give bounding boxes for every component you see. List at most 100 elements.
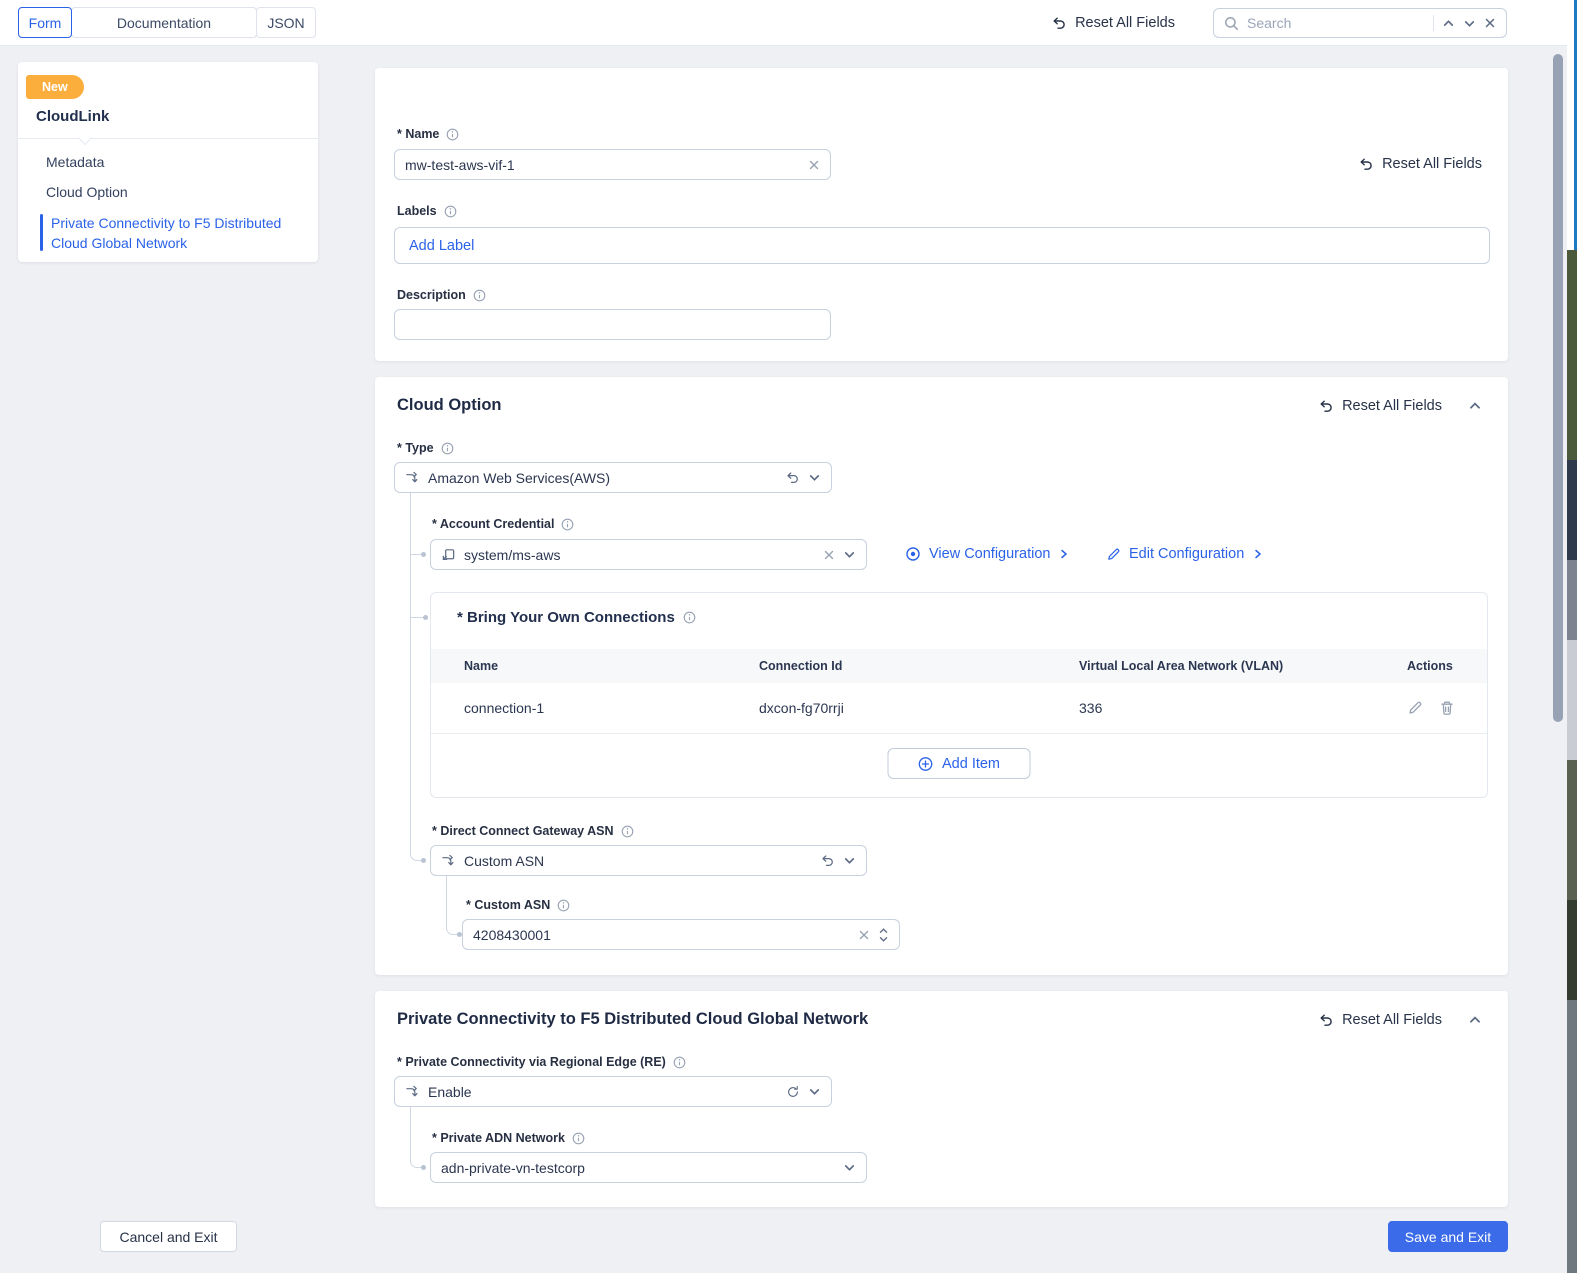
- reset-field-icon[interactable]: [785, 470, 800, 485]
- clear-icon[interactable]: [858, 929, 870, 941]
- vertical-scrollbar[interactable]: [1553, 54, 1563, 722]
- info-icon[interactable]: [473, 289, 486, 302]
- info-icon[interactable]: [621, 825, 634, 838]
- view-configuration-link[interactable]: View Configuration: [905, 546, 1070, 562]
- info-icon[interactable]: [673, 1056, 686, 1069]
- search-box[interactable]: [1213, 8, 1507, 38]
- chevron-up-icon[interactable]: [1442, 17, 1455, 30]
- cell-connection-id: dxcon-fg70rrji: [759, 700, 844, 716]
- clear-icon[interactable]: [823, 549, 835, 561]
- view-tabs: Form Documentation JSON: [18, 7, 316, 38]
- undo-icon: [1320, 400, 1332, 412]
- collapse-section-icon[interactable]: [1468, 399, 1482, 413]
- reset-all-fields-button[interactable]: Reset All Fields: [1051, 15, 1175, 31]
- add-item-label: Add Item: [941, 755, 1001, 772]
- close-icon[interactable]: [1484, 17, 1496, 29]
- reset-field-icon[interactable]: [820, 853, 835, 868]
- one-of-branch-icon: [442, 854, 454, 866]
- edit-configuration-link[interactable]: Edit Configuration: [1106, 546, 1264, 562]
- tab-form[interactable]: Form: [18, 7, 72, 38]
- reset-private-connectivity-button[interactable]: Reset All Fields: [1318, 1012, 1442, 1028]
- tree-elbow: [446, 876, 458, 935]
- chevron-down-icon[interactable]: [808, 1085, 821, 1098]
- byoc-table-row: connection-1 dxcon-fg70rrji 336: [431, 683, 1487, 734]
- reset-all-fields-label: Reset All Fields: [1075, 15, 1175, 31]
- description-input[interactable]: [405, 316, 820, 333]
- description-field[interactable]: [394, 309, 831, 340]
- cloud-option-section-title: Cloud Option: [397, 396, 502, 414]
- tab-json[interactable]: JSON: [256, 7, 316, 38]
- chevron-down-icon[interactable]: [843, 1161, 856, 1174]
- custom-asn-field[interactable]: [462, 919, 900, 950]
- reset-cloud-option-label: Reset All Fields: [1342, 398, 1442, 414]
- save-and-exit-button[interactable]: Save and Exit: [1388, 1221, 1508, 1252]
- private-adn-network-value: adn-private-vn-testcorp: [441, 1159, 585, 1176]
- info-icon[interactable]: [572, 1132, 585, 1145]
- one-of-branch-icon: [406, 1085, 418, 1097]
- info-icon[interactable]: [557, 899, 570, 912]
- type-select[interactable]: Amazon Web Services(AWS): [394, 462, 832, 493]
- desktop-edge: [1567, 0, 1577, 1273]
- labels-label: Labels: [397, 204, 437, 218]
- cell-name: connection-1: [464, 700, 545, 716]
- chevron-down-icon[interactable]: [843, 854, 856, 867]
- edit-pencil-icon: [1108, 548, 1120, 560]
- form-nav-sidebar: New CloudLink Metadata Cloud Option Priv…: [18, 62, 318, 262]
- name-field[interactable]: [394, 149, 831, 180]
- undo-icon: [1320, 1014, 1332, 1026]
- chevron-right-icon: [1255, 549, 1262, 559]
- sidebar-item-cloud-option[interactable]: Cloud Option: [46, 184, 128, 200]
- info-icon[interactable]: [561, 518, 574, 531]
- column-connection-id: Connection Id: [759, 659, 843, 673]
- info-icon[interactable]: [446, 128, 459, 141]
- save-and-exit-label: Save and Exit: [1404, 1228, 1492, 1245]
- reset-metadata-button[interactable]: Reset All Fields: [1358, 156, 1482, 172]
- delete-row-icon[interactable]: [1439, 700, 1455, 716]
- edit-row-icon[interactable]: [1407, 700, 1423, 716]
- private-adn-network-select[interactable]: adn-private-vn-testcorp: [430, 1152, 867, 1183]
- stepper-up-icon[interactable]: [878, 927, 889, 934]
- cloudlink-form-screen: Form Documentation JSON Reset All Fields…: [0, 0, 1577, 1273]
- dcg-asn-label: * Direct Connect Gateway ASN: [432, 824, 614, 838]
- add-label-button[interactable]: Add Label: [409, 238, 474, 254]
- dcg-asn-select[interactable]: Custom ASN: [430, 845, 867, 876]
- new-badge: New: [26, 75, 84, 99]
- sidebar-item-metadata[interactable]: Metadata: [46, 154, 104, 170]
- top-bar: Form Documentation JSON Reset All Fields: [0, 0, 1577, 46]
- reset-cloud-option-button[interactable]: Reset All Fields: [1318, 398, 1442, 414]
- undo-icon: [1360, 158, 1372, 170]
- add-item-button[interactable]: Add Item: [887, 748, 1031, 779]
- tab-documentation[interactable]: Documentation: [71, 7, 257, 38]
- byoc-title: * Bring Your Own Connections: [457, 609, 675, 626]
- chevron-down-icon[interactable]: [1463, 17, 1476, 30]
- clear-icon[interactable]: [808, 159, 820, 171]
- cloud-option-section: Cloud Option Reset All Fields * Type Ama…: [375, 377, 1508, 975]
- account-credential-select[interactable]: system/ms-aws: [430, 539, 867, 570]
- name-input[interactable]: [405, 156, 800, 173]
- chevron-down-icon[interactable]: [808, 471, 821, 484]
- search-input[interactable]: [1247, 15, 1425, 31]
- tree-line: [410, 493, 411, 849]
- number-stepper[interactable]: [878, 927, 889, 943]
- account-credential-value: system/ms-aws: [464, 546, 561, 563]
- collapse-section-icon[interactable]: [1468, 1013, 1482, 1027]
- column-name: Name: [464, 659, 499, 673]
- private-connectivity-section: Private Connectivity to F5 Distributed C…: [375, 991, 1508, 1207]
- sidebar-item-private-connectivity[interactable]: Private Connectivity to F5 Distributed C…: [51, 213, 306, 253]
- stepper-down-icon[interactable]: [878, 936, 889, 943]
- name-label: * Name: [397, 127, 440, 141]
- metadata-section: Metadata Reset All Fields * Name Labels …: [375, 68, 1508, 361]
- info-icon[interactable]: [441, 442, 454, 455]
- chevron-right-icon: [1061, 549, 1068, 559]
- regional-edge-select[interactable]: Enable: [394, 1076, 832, 1107]
- object-reference-icon: [442, 549, 455, 560]
- chevron-down-icon[interactable]: [843, 548, 856, 561]
- custom-asn-input[interactable]: [473, 926, 850, 943]
- info-icon[interactable]: [444, 205, 457, 218]
- info-icon[interactable]: [683, 611, 696, 624]
- regional-edge-label: * Private Connectivity via Regional Edge…: [397, 1055, 666, 1069]
- labels-field[interactable]: Add Label: [394, 227, 1490, 264]
- refresh-field-icon[interactable]: [786, 1085, 800, 1099]
- reset-metadata-label: Reset All Fields: [1382, 156, 1482, 172]
- cancel-and-exit-button[interactable]: Cancel and Exit: [100, 1221, 237, 1252]
